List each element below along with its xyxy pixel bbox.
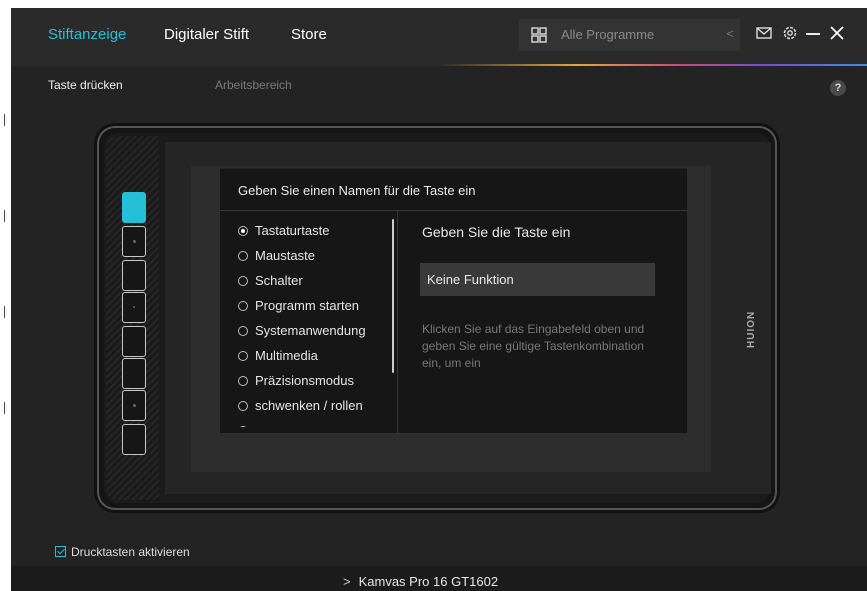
radio-icon bbox=[238, 351, 248, 361]
express-key-5[interactable] bbox=[122, 326, 146, 357]
close-icon[interactable] bbox=[828, 24, 846, 42]
option-programm-starten[interactable]: Programm starten bbox=[238, 298, 359, 318]
radio-icon bbox=[238, 426, 248, 427]
option-tastaturtaste[interactable]: Tastaturtaste bbox=[238, 223, 329, 243]
dialog-divider bbox=[220, 210, 687, 211]
express-key-3[interactable] bbox=[122, 260, 146, 291]
radio-icon bbox=[238, 301, 248, 311]
minimize-icon[interactable] bbox=[804, 24, 822, 42]
subtab-arbeitsbereich[interactable]: Arbeitsbereich bbox=[215, 78, 292, 92]
radio-icon bbox=[238, 376, 248, 386]
top-bar: Stiftanzeige Digitaler Stift Store Alle … bbox=[11, 8, 867, 64]
option-systemanwendung[interactable]: Systemanwendung bbox=[238, 323, 366, 343]
key-combination-input[interactable]: Keine Funktion bbox=[420, 263, 655, 296]
program-search[interactable]: Alle Programme < bbox=[519, 19, 740, 51]
help-icon[interactable]: ? bbox=[830, 80, 846, 96]
option-schalter[interactable]: Schalter bbox=[238, 273, 303, 293]
express-key-6[interactable] bbox=[122, 358, 146, 389]
app-window: Stiftanzeige Digitaler Stift Store Alle … bbox=[11, 8, 867, 591]
brand-logo: HUION bbox=[746, 310, 757, 348]
radio-icon bbox=[238, 401, 248, 411]
screenshot-margin-top bbox=[0, 0, 867, 8]
radio-selected-icon bbox=[238, 226, 248, 236]
radio-icon bbox=[238, 276, 248, 286]
settings-icon[interactable] bbox=[781, 24, 799, 42]
express-key-7[interactable] bbox=[122, 390, 146, 421]
express-key-2[interactable] bbox=[122, 226, 146, 257]
device-bar: > Kamvas Pro 16 GT1602 bbox=[11, 566, 867, 591]
radio-icon bbox=[238, 326, 248, 336]
subtab-taste-druecken[interactable]: Taste drücken bbox=[48, 78, 123, 92]
option-maustaste[interactable]: Maustaste bbox=[238, 248, 315, 268]
chevron-left-icon[interactable]: < bbox=[726, 26, 734, 41]
device-selector[interactable]: > Kamvas Pro 16 GT1602 bbox=[343, 574, 498, 589]
express-key-8[interactable] bbox=[122, 424, 146, 455]
tab-digitaler-stift[interactable]: Digitaler Stift bbox=[164, 26, 249, 43]
search-placeholder: Alle Programme bbox=[561, 27, 655, 42]
options-scrollbar[interactable] bbox=[392, 219, 394, 373]
key-assignment-dialog: Geben Sie einen Namen für die Taste ein … bbox=[220, 168, 687, 434]
dialog-column-divider bbox=[397, 211, 398, 434]
checkbox-checked-icon bbox=[55, 546, 66, 557]
express-key-4[interactable] bbox=[122, 292, 146, 323]
option-more[interactable] bbox=[238, 423, 255, 427]
chevron-right-icon: > bbox=[343, 574, 351, 589]
radio-icon bbox=[238, 251, 248, 261]
grid-icon bbox=[531, 27, 547, 43]
mail-icon[interactable] bbox=[755, 24, 773, 42]
tab-stiftanzeige[interactable]: Stiftanzeige bbox=[48, 26, 126, 43]
key-input-title: Geben Sie die Taste ein bbox=[422, 224, 571, 240]
dialog-title: Geben Sie einen Namen für die Taste ein bbox=[238, 183, 476, 198]
option-multimedia[interactable]: Multimedia bbox=[238, 348, 318, 368]
enable-express-keys-checkbox[interactable]: Drucktasten aktivieren bbox=[55, 545, 190, 559]
device-name: Kamvas Pro 16 GT1602 bbox=[358, 574, 499, 589]
enable-express-keys-label: Drucktasten aktivieren bbox=[71, 545, 190, 559]
option-praezisionsmodus[interactable]: Präzisionsmodus bbox=[238, 373, 354, 393]
express-key-1[interactable] bbox=[122, 192, 146, 223]
tab-store[interactable]: Store bbox=[291, 26, 327, 43]
option-schwenken-rollen[interactable]: schwenken / rollen bbox=[238, 398, 363, 418]
screenshot-margin-left bbox=[0, 0, 11, 591]
function-type-list: Tastaturtaste Maustaste Schalter Program… bbox=[238, 223, 398, 427]
key-input-hint: Klicken Sie auf das Eingabefeld oben und… bbox=[422, 322, 645, 370]
accent-line bbox=[11, 64, 867, 66]
